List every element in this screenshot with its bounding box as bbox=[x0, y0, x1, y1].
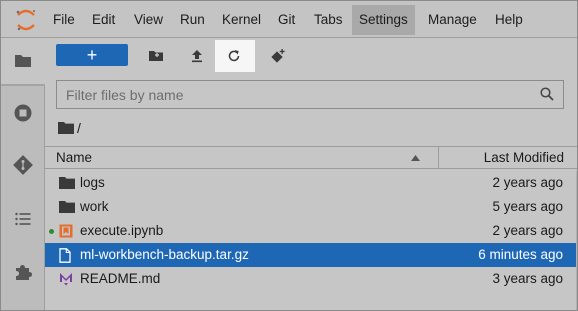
search-icon bbox=[540, 87, 554, 101]
file-row-ml-workbench-backup[interactable]: ml-workbench-backup.tar.gz 6 minutes ago bbox=[45, 243, 577, 267]
markdown-icon bbox=[60, 273, 72, 286]
left-sidebar bbox=[1, 38, 45, 310]
refresh-icon bbox=[228, 50, 240, 62]
puzzle-icon[interactable] bbox=[13, 262, 33, 282]
git-clone-button[interactable] bbox=[259, 40, 297, 72]
menu-kernel[interactable]: Kernel bbox=[220, 9, 263, 31]
file-filter-box bbox=[56, 80, 564, 109]
file-name: execute.ipynb bbox=[80, 223, 164, 238]
menu-edit[interactable]: Edit bbox=[90, 9, 117, 31]
menu-file[interactable]: File bbox=[51, 9, 77, 31]
file-name: README.md bbox=[80, 271, 161, 286]
file-modified: 3 years ago bbox=[492, 271, 563, 286]
menu-manage[interactable]: Manage bbox=[426, 9, 479, 31]
new-launcher-button[interactable]: + bbox=[56, 44, 128, 66]
folder-icon[interactable] bbox=[13, 51, 33, 71]
list-icon[interactable] bbox=[13, 209, 33, 229]
home-folder-icon[interactable] bbox=[58, 122, 74, 134]
menu-view[interactable]: View bbox=[132, 9, 165, 31]
new-folder-icon bbox=[149, 51, 163, 61]
menu-git[interactable]: Git bbox=[276, 9, 297, 31]
column-name-label: Name bbox=[56, 150, 93, 165]
column-last-modified-header[interactable]: Last Modified bbox=[440, 147, 564, 168]
sidebar-divider bbox=[1, 84, 45, 86]
file-name: logs bbox=[80, 175, 105, 190]
new-folder-button[interactable] bbox=[137, 40, 175, 72]
folder-icon bbox=[59, 177, 75, 189]
refresh-button[interactable] bbox=[215, 40, 255, 72]
notebook-icon bbox=[59, 224, 73, 238]
jupyter-logo-icon bbox=[16, 9, 35, 31]
upload-button[interactable] bbox=[178, 40, 216, 72]
upload-icon bbox=[192, 50, 202, 63]
stop-circle-icon[interactable] bbox=[13, 103, 33, 123]
git-icon[interactable] bbox=[13, 155, 33, 175]
file-modified: 5 years ago bbox=[492, 199, 563, 214]
git-clone-icon bbox=[271, 49, 285, 63]
column-name-header[interactable]: Name bbox=[45, 147, 439, 168]
breadcrumb-path[interactable]: / bbox=[77, 118, 81, 138]
menu-settings[interactable]: Settings bbox=[352, 5, 415, 35]
file-row-readme-md[interactable]: README.md 3 years ago bbox=[45, 267, 577, 291]
file-filter-input[interactable] bbox=[57, 81, 527, 108]
file-name: ml-workbench-backup.tar.gz bbox=[80, 247, 249, 262]
menu-run[interactable]: Run bbox=[178, 9, 207, 31]
menu-help[interactable]: Help bbox=[493, 9, 525, 31]
menu-tabs[interactable]: Tabs bbox=[312, 9, 345, 31]
file-row-work[interactable]: work 5 years ago bbox=[45, 195, 577, 219]
file-list-header: Name Last Modified bbox=[45, 146, 577, 169]
jupyterlab-window: File Edit View Run Kernel Git Tabs Setti… bbox=[0, 0, 578, 311]
file-modified: 2 years ago bbox=[492, 223, 563, 238]
file-browser-panel: + Filter files by name / Name Last Modif… bbox=[45, 38, 577, 310]
file-modified: 6 minutes ago bbox=[478, 247, 563, 262]
kernel-running-indicator bbox=[49, 229, 54, 234]
file-name: work bbox=[80, 199, 109, 214]
folder-icon bbox=[59, 201, 75, 213]
menu-bar: File Edit View Run Kernel Git Tabs Setti… bbox=[1, 1, 577, 38]
file-row-execute-ipynb[interactable]: execute.ipynb 2 years ago bbox=[45, 219, 577, 243]
file-modified: 2 years ago bbox=[492, 175, 563, 190]
file-icon bbox=[59, 248, 71, 263]
sort-caret-up-icon bbox=[411, 155, 420, 161]
file-row-logs[interactable]: logs 2 years ago bbox=[45, 171, 577, 195]
